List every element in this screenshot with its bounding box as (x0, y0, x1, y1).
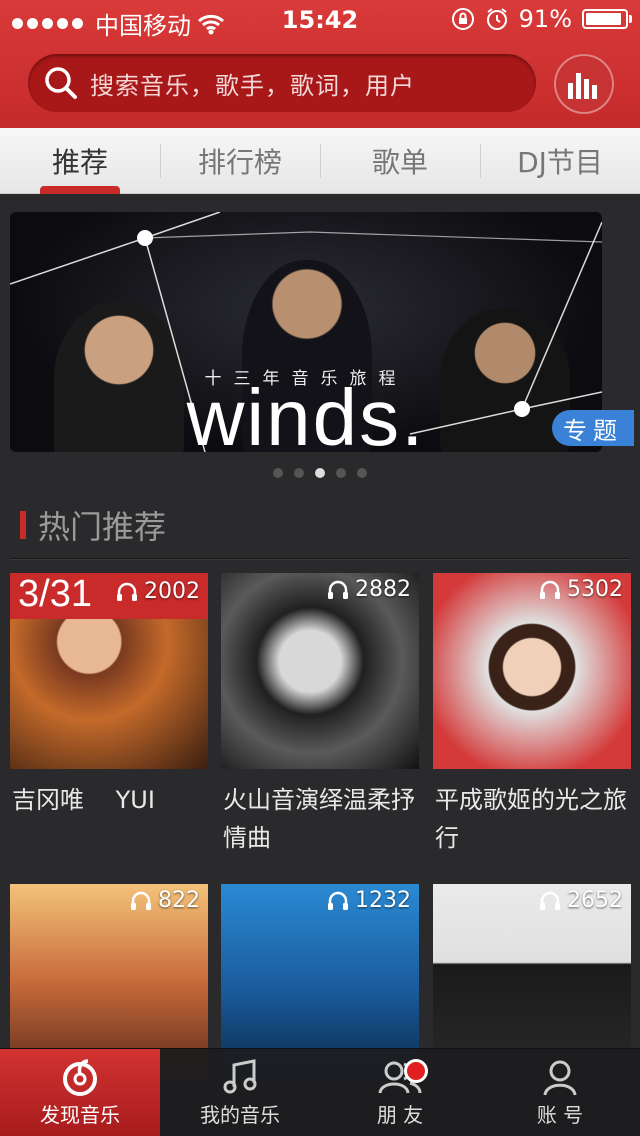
play-count-value: 1232 (355, 888, 411, 913)
play-count-value: 2882 (355, 577, 411, 602)
playlist-card[interactable]: 2882 火山音演绎温柔抒情曲 (221, 573, 419, 857)
play-count-value: 822 (158, 888, 200, 913)
date-label: 3/31 (18, 573, 92, 615)
notification-dot (404, 1059, 428, 1083)
bottom-navigation: 发现音乐 我的音乐 朋 友 账 号 (0, 1048, 640, 1136)
nav-my-music[interactable]: 我的音乐 (160, 1049, 320, 1136)
play-count: 1232 (327, 888, 411, 913)
search-icon (45, 67, 77, 99)
battery-icon (582, 9, 632, 29)
hot-recommend-header: 热门推荐 (20, 502, 166, 548)
pager-dot[interactable] (336, 468, 346, 478)
banner-title: winds. (186, 373, 426, 452)
tab-charts[interactable]: 排行榜 (160, 128, 320, 193)
playlist-title[interactable]: 火山音演绎温柔抒情曲 (221, 781, 419, 857)
alarm-icon (486, 8, 507, 30)
tab-dj[interactable]: DJ节目 (480, 128, 640, 193)
battery-percent: 91% (518, 5, 572, 33)
nav-label: 账 号 (536, 1103, 584, 1127)
nav-label: 朋 友 (376, 1103, 424, 1127)
play-count: 822 (130, 888, 200, 913)
play-count: 2652 (539, 888, 623, 913)
nav-label: 发现音乐 (40, 1103, 120, 1127)
rotation-lock-icon (451, 8, 474, 30)
playlist-card[interactable]: 5302 平成歌姬的光之旅行 (433, 573, 631, 857)
featured-banner[interactable]: 十三年音乐旅程 winds. (10, 212, 602, 452)
section-divider (10, 558, 630, 560)
banner-pager (0, 468, 640, 478)
play-count-value: 5302 (567, 577, 623, 602)
pager-dot[interactable] (357, 468, 367, 478)
headphones-icon (328, 580, 348, 599)
play-count: 2002 (116, 579, 200, 604)
category-tabs: 推荐 排行榜 歌单 DJ节目 (0, 128, 640, 194)
headphones-icon (540, 891, 560, 910)
playlist-title[interactable]: 平成歌姬的光之旅行 (433, 781, 631, 857)
discover-music-icon (63, 1059, 97, 1096)
play-count: 2882 (327, 577, 411, 602)
banner-topic-tag: 专题 (552, 410, 634, 446)
pager-dot[interactable] (315, 468, 325, 478)
section-title: 热门推荐 (38, 508, 167, 546)
play-count-value: 2652 (567, 888, 623, 913)
status-bar: 中国移动 15:42 91% (0, 0, 640, 40)
headphones-icon (117, 582, 137, 601)
app-header: 中国移动 15:42 91% 搜索音乐，歌手，歌词，用户 (0, 0, 640, 128)
playlist-cover[interactable]: 3/31 2002 (10, 573, 208, 769)
equalizer-icon (568, 73, 597, 99)
play-count-value: 2002 (144, 579, 200, 604)
account-icon (543, 1060, 577, 1096)
play-count: 5302 (539, 577, 623, 602)
pager-dot[interactable] (294, 468, 304, 478)
status-right: 91% (451, 5, 632, 33)
headphones-icon (131, 891, 151, 910)
playlist-cover[interactable]: 2882 (221, 573, 419, 769)
playlist-cover[interactable]: 5302 (433, 573, 631, 769)
nav-account[interactable]: 账 号 (480, 1049, 640, 1136)
playlist-card[interactable]: 3/31 2002 吉冈唯 YUI (10, 573, 208, 819)
nav-discover-music[interactable]: 发现音乐 (0, 1049, 160, 1136)
nav-friends[interactable]: 朋 友 (320, 1049, 480, 1136)
search-placeholder: 搜索音乐，歌手，歌词，用户 (90, 71, 415, 100)
now-playing-button[interactable] (554, 54, 614, 114)
tab-recommend[interactable]: 推荐 (0, 128, 160, 194)
pager-dot[interactable] (273, 468, 283, 478)
tab-playlists[interactable]: 歌单 (320, 128, 480, 193)
section-accent-bar (20, 511, 26, 539)
date-badge: 3/31 2002 (10, 573, 208, 619)
music-note-icon (223, 1059, 257, 1094)
search-input[interactable]: 搜索音乐，歌手，歌词，用户 (28, 54, 536, 112)
nav-label: 我的音乐 (200, 1103, 280, 1127)
playlist-title[interactable]: 吉冈唯 YUI (10, 781, 208, 819)
headphones-icon (540, 580, 560, 599)
headphones-icon (328, 891, 348, 910)
